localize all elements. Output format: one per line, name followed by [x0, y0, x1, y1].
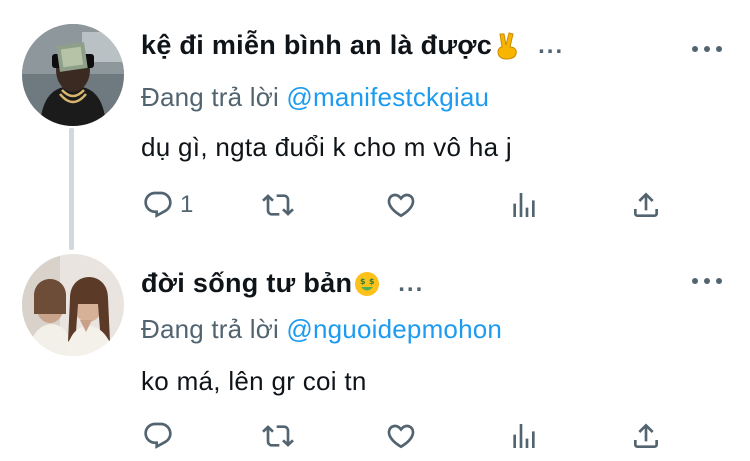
retweet-arrows-icon: [262, 425, 294, 447]
svg-text:$: $: [369, 277, 375, 286]
heart-outline-icon: [387, 193, 415, 218]
stats-button[interactable]: [508, 185, 540, 225]
name-row: kệ đi miễn bình an là được ...: [141, 30, 564, 61]
mention-link[interactable]: @manifestckgiau: [286, 82, 489, 112]
handle-ellipsis: ...: [398, 269, 425, 297]
mention-link[interactable]: @nguoidepmohon: [286, 314, 502, 344]
share-upload-icon: [634, 192, 658, 217]
three-dots-icon: [692, 46, 698, 52]
victory-hand-emoji: [494, 31, 520, 60]
display-name[interactable]: đời sống tư bản: [141, 268, 352, 299]
avatar[interactable]: [22, 24, 124, 126]
retweet-button[interactable]: [262, 185, 294, 225]
money-mouth-face-emoji: $ $: [354, 270, 380, 298]
bar-chart-icon: [513, 424, 535, 448]
handle-ellipsis: ...: [538, 31, 565, 59]
reply-button[interactable]: [142, 416, 180, 456]
tweet-actions: 1: [0, 185, 750, 225]
more-options-button[interactable]: [692, 274, 722, 288]
share-button[interactable]: [630, 416, 662, 456]
speech-bubble-icon: [144, 422, 172, 449]
bar-chart-icon: [513, 193, 535, 217]
three-dots-icon: [692, 278, 698, 284]
reply-count: 1: [180, 191, 194, 218]
display-name[interactable]: kệ đi miễn bình an là được: [141, 30, 492, 61]
replying-to-label: Đang trả lời: [141, 82, 287, 112]
heart-outline-icon: [387, 424, 415, 449]
retweet-arrows-icon: [262, 194, 294, 216]
replying-to: Đang trả lời @manifestckgiau: [141, 82, 489, 113]
share-upload-icon: [634, 423, 658, 448]
tweet-text: dụ gì, ngta đuổi k cho m vô ha j: [141, 132, 512, 162]
like-button[interactable]: [385, 185, 417, 225]
tweet-text: ko má, lên gr coi tn: [141, 366, 367, 396]
replying-to: Đang trả lời @nguoidepmohon: [141, 314, 502, 345]
reply-button[interactable]: 1: [142, 185, 193, 225]
like-button[interactable]: [385, 416, 417, 456]
avatar[interactable]: [22, 254, 124, 356]
tweet-actions: [0, 416, 750, 456]
replying-to-label: Đang trả lời: [141, 314, 287, 344]
svg-text:$: $: [360, 277, 366, 286]
speech-bubble-icon: [144, 191, 172, 218]
name-row: đời sống tư bản $ $ ...: [141, 268, 424, 299]
share-button[interactable]: [630, 185, 662, 225]
retweet-button[interactable]: [262, 416, 294, 456]
more-options-button[interactable]: [692, 42, 722, 56]
stats-button[interactable]: [508, 416, 540, 456]
